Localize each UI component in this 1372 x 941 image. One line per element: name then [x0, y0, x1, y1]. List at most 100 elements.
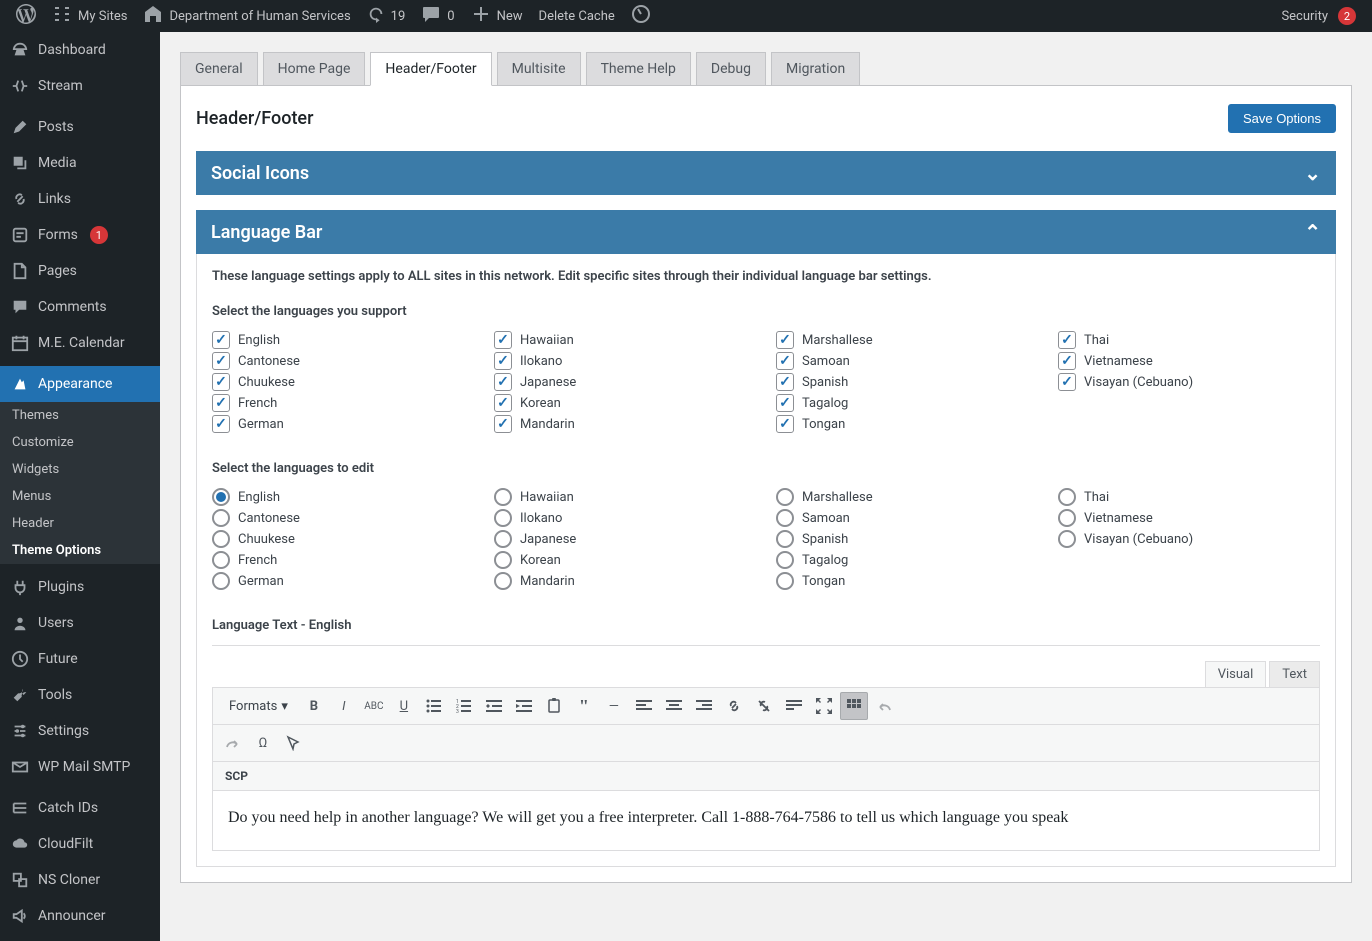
strikethrough-button[interactable]: ABC [360, 692, 388, 720]
lang-checkbox-korean[interactable]: Korean [494, 394, 756, 412]
lang-checkbox-tagalog[interactable]: Tagalog [776, 394, 1038, 412]
unlink-button[interactable] [750, 692, 778, 720]
save-button[interactable]: Save Options [1228, 104, 1336, 133]
sidebar-item-wp-mail-smtp[interactable]: WP Mail SMTP [0, 749, 160, 785]
wp-menu[interactable] [8, 0, 44, 32]
delete-cache[interactable]: Delete Cache [531, 0, 623, 32]
lang-checkbox-visayan-cebuano-[interactable]: Visayan (Cebuano) [1058, 373, 1320, 391]
italic-button[interactable]: I [330, 692, 358, 720]
sidebar-item-ns-cloner[interactable]: NS Cloner [0, 862, 160, 898]
sidebar-item-links[interactable]: Links [0, 181, 160, 217]
bold-button[interactable]: B [300, 692, 328, 720]
lang-checkbox-tongan[interactable]: Tongan [776, 415, 1038, 433]
lang-checkbox-mandarin[interactable]: Mandarin [494, 415, 756, 433]
sidebar-item-forms[interactable]: Forms1 [0, 217, 160, 253]
sidebar-item-announcer[interactable]: Announcer [0, 898, 160, 934]
new-content[interactable]: New [463, 0, 531, 32]
align-center-button[interactable] [660, 692, 688, 720]
performance[interactable] [623, 0, 659, 32]
tab-general[interactable]: General [180, 52, 258, 85]
sidebar-item-plugins[interactable]: Plugins [0, 569, 160, 605]
lang-checkbox-cantonese[interactable]: Cantonese [212, 352, 474, 370]
sidebar-item-users[interactable]: Users [0, 605, 160, 641]
lang-checkbox-chuukese[interactable]: Chuukese [212, 373, 474, 391]
text-tab[interactable]: Text [1269, 661, 1320, 687]
fullscreen-button[interactable] [810, 692, 838, 720]
submenu-item-themes[interactable]: Themes [0, 402, 160, 429]
sidebar-item-comments[interactable]: Comments [0, 289, 160, 325]
sidebar-item-media[interactable]: Media [0, 145, 160, 181]
lang-radio-german[interactable]: German [212, 572, 474, 590]
lang-radio-marshallese[interactable]: Marshallese [776, 488, 1038, 506]
lang-radio-korean[interactable]: Korean [494, 551, 756, 569]
lang-radio-thai[interactable]: Thai [1058, 488, 1320, 506]
lang-checkbox-spanish[interactable]: Spanish [776, 373, 1038, 391]
lang-radio-japanese[interactable]: Japanese [494, 530, 756, 548]
visual-tab[interactable]: Visual [1205, 661, 1267, 687]
site-name[interactable]: Department of Human Services [135, 0, 358, 32]
paste-button[interactable] [540, 692, 568, 720]
submenu-item-header[interactable]: Header [0, 510, 160, 537]
lang-radio-samoan[interactable]: Samoan [776, 509, 1038, 527]
lang-checkbox-vietnamese[interactable]: Vietnamese [1058, 352, 1320, 370]
lang-radio-tagalog[interactable]: Tagalog [776, 551, 1038, 569]
indent-button[interactable] [510, 692, 538, 720]
underline-button[interactable]: U [390, 692, 418, 720]
sidebar-item-catch-ids[interactable]: Catch IDs [0, 790, 160, 826]
toolbar-toggle-button[interactable] [840, 692, 868, 720]
sidebar-item-tools[interactable]: Tools [0, 677, 160, 713]
lang-radio-english[interactable]: English [212, 488, 474, 506]
link-button[interactable] [720, 692, 748, 720]
social-accordion-header[interactable]: Social Icons ⌄ [196, 151, 1336, 195]
lang-radio-visayan-cebuano-[interactable]: Visayan (Cebuano) [1058, 530, 1320, 548]
sidebar-item-future[interactable]: Future [0, 641, 160, 677]
lang-radio-spanish[interactable]: Spanish [776, 530, 1038, 548]
number-list-button[interactable]: 123 [450, 692, 478, 720]
lang-checkbox-samoan[interactable]: Samoan [776, 352, 1038, 370]
undo-button[interactable] [870, 692, 898, 720]
lang-checkbox-german[interactable]: German [212, 415, 474, 433]
align-right-button[interactable] [690, 692, 718, 720]
sidebar-item-posts[interactable]: Posts [0, 109, 160, 145]
lang-radio-tongan[interactable]: Tongan [776, 572, 1038, 590]
sidebar-item-cloudfilt[interactable]: CloudFilt [0, 826, 160, 862]
lang-checkbox-french[interactable]: French [212, 394, 474, 412]
lang-radio-vietnamese[interactable]: Vietnamese [1058, 509, 1320, 527]
tab-multisite[interactable]: Multisite [497, 52, 581, 85]
sidebar-item-pages[interactable]: Pages [0, 253, 160, 289]
lang-checkbox-thai[interactable]: Thai [1058, 331, 1320, 349]
lang-checkbox-hawaiian[interactable]: Hawaiian [494, 331, 756, 349]
lang-radio-french[interactable]: French [212, 551, 474, 569]
formats-dropdown[interactable]: Formats ▾ [219, 695, 298, 718]
tab-migration[interactable]: Migration [771, 52, 860, 85]
lang-checkbox-ilokano[interactable]: Ilokano [494, 352, 756, 370]
lang-checkbox-english[interactable]: English [212, 331, 474, 349]
redo-button[interactable] [219, 729, 247, 757]
clear-format-button[interactable] [279, 729, 307, 757]
lang-radio-ilokano[interactable]: Ilokano [494, 509, 756, 527]
my-sites[interactable]: My Sites [44, 0, 135, 32]
sidebar-item-stream[interactable]: Stream [0, 68, 160, 104]
sidebar-item-settings[interactable]: Settings [0, 713, 160, 749]
tab-debug[interactable]: Debug [696, 52, 766, 85]
submenu-item-customize[interactable]: Customize [0, 429, 160, 456]
bullet-list-button[interactable] [420, 692, 448, 720]
outdent-button[interactable] [480, 692, 508, 720]
sidebar-item-dashboard[interactable]: Dashboard [0, 32, 160, 68]
editor-content[interactable]: Do you need help in another language? We… [212, 791, 1320, 851]
lang-radio-hawaiian[interactable]: Hawaiian [494, 488, 756, 506]
submenu-item-theme-options[interactable]: Theme Options [0, 537, 160, 564]
hr-button[interactable]: — [600, 692, 628, 720]
more-button[interactable] [780, 692, 808, 720]
updates[interactable]: 19 [359, 0, 414, 32]
lang-radio-cantonese[interactable]: Cantonese [212, 509, 474, 527]
security[interactable]: Security 2 [1273, 0, 1364, 32]
lang-radio-mandarin[interactable]: Mandarin [494, 572, 756, 590]
submenu-item-menus[interactable]: Menus [0, 483, 160, 510]
lang-checkbox-japanese[interactable]: Japanese [494, 373, 756, 391]
tab-theme-help[interactable]: Theme Help [586, 52, 691, 85]
sidebar-item-appearance[interactable]: Appearance [0, 366, 160, 402]
lang-checkbox-marshallese[interactable]: Marshallese [776, 331, 1038, 349]
tab-home-page[interactable]: Home Page [263, 52, 366, 85]
tab-header-footer[interactable]: Header/Footer [370, 52, 491, 86]
